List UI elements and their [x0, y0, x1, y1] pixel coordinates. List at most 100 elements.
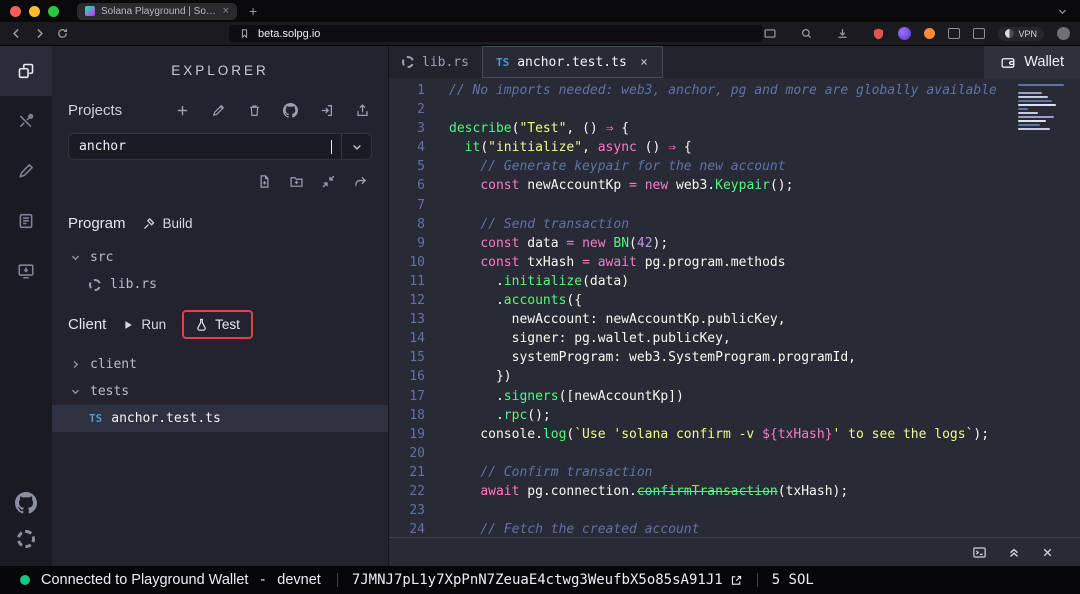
client-label: Client: [68, 316, 106, 333]
sidebar-item-test[interactable]: [0, 146, 52, 196]
run-label: Run: [141, 317, 166, 332]
wallet-address[interactable]: 7JMNJ7pL1y7XpPnN7ZeuaE4ctwg3WeufbX5o85sA…: [352, 572, 743, 588]
adblock-shield-icon[interactable]: [872, 27, 885, 41]
test-button[interactable]: Test: [182, 310, 253, 339]
sidebar-item-explorer[interactable]: [0, 46, 52, 96]
run-button[interactable]: Run: [122, 317, 166, 332]
cast-icon[interactable]: [763, 27, 777, 40]
new-folder-icon[interactable]: [289, 174, 304, 189]
folder-src[interactable]: src: [52, 244, 388, 271]
bookmark-icon[interactable]: [239, 28, 250, 39]
download-icon[interactable]: [836, 27, 849, 40]
back-icon[interactable]: [10, 27, 23, 40]
share-icon[interactable]: [353, 174, 368, 189]
build-label: Build: [163, 216, 193, 231]
projects-header: Projects: [52, 102, 388, 131]
file-lib-rs-label: lib.rs: [110, 277, 157, 292]
select-cursor: [331, 140, 333, 154]
app-body: EXPLORER Projects: [0, 46, 1080, 566]
close-tab-icon[interactable]: ×: [223, 6, 229, 17]
rename-project-icon[interactable]: [211, 103, 226, 118]
file-anchor-test-ts-label: anchor.test.ts: [111, 411, 221, 426]
code-editor[interactable]: 1// No imports needed: web3, anchor, pg …: [389, 78, 1080, 537]
chevron-down-icon[interactable]: [341, 134, 371, 159]
new-tab-button[interactable]: +: [249, 3, 257, 19]
status-separator: [757, 573, 758, 587]
vpn-label: VPN: [1018, 29, 1037, 39]
tab-lib-rs[interactable]: lib.rs: [389, 46, 482, 78]
maximize-panel-icon[interactable]: [1007, 545, 1021, 559]
sidebar-toggle-icon[interactable]: [948, 28, 960, 39]
wallet-address-text: 7JMNJ7pL1y7XpPnN7ZeuaE4ctwg3WeufbX5o85sA…: [352, 572, 723, 588]
play-icon: [122, 319, 134, 331]
folder-tests[interactable]: tests: [52, 378, 388, 405]
reload-icon[interactable]: [56, 27, 69, 40]
typescript-icon: TS: [89, 412, 102, 425]
wallet-button[interactable]: Wallet: [984, 46, 1080, 78]
zoom-window-button[interactable]: [48, 6, 59, 17]
wallet-label: Wallet: [1024, 54, 1064, 70]
solana-favicon: [85, 6, 95, 16]
close-window-button[interactable]: [10, 6, 21, 17]
status-bar: Connected to Playground Wallet - devnet …: [0, 566, 1080, 594]
wallet-icon: [1000, 55, 1016, 70]
chevron-down-icon: [70, 386, 81, 397]
explorer-icon: [17, 62, 35, 80]
rust-icon: [89, 279, 101, 291]
extension-purple-icon[interactable]: [898, 27, 911, 40]
address-bar[interactable]: beta.solpg.io: [229, 25, 763, 42]
zoom-icon[interactable]: [800, 27, 813, 40]
sidebar-item-programs[interactable]: [0, 246, 52, 296]
flask-icon: [195, 318, 208, 331]
tab-anchor-test-ts[interactable]: TS anchor.test.ts: [482, 46, 663, 78]
wallet-balance[interactable]: 5 SOL: [772, 572, 814, 588]
github-icon[interactable]: [15, 492, 37, 514]
status-dash: -: [260, 572, 265, 588]
programs-icon: [17, 262, 35, 280]
external-link-icon[interactable]: [730, 574, 743, 587]
browser-tab-title: Solana Playground | Solana ID: [101, 6, 217, 17]
program-section: Program Build: [52, 203, 388, 244]
file-anchor-test-ts[interactable]: TS anchor.test.ts: [52, 405, 388, 432]
browser-tab-strip: Solana Playground | Solana ID × +: [0, 0, 1080, 22]
typescript-icon: TS: [496, 56, 509, 69]
url-text: beta.solpg.io: [258, 28, 320, 40]
file-actions: [52, 172, 388, 203]
import-project-icon[interactable]: [319, 103, 334, 118]
settings-gear-icon[interactable]: [17, 530, 35, 548]
folder-src-label: src: [90, 250, 113, 265]
project-select[interactable]: anchor: [68, 133, 372, 160]
file-lib-rs[interactable]: lib.rs: [52, 271, 388, 298]
minimize-window-button[interactable]: [29, 6, 40, 17]
project-select-value: anchor: [79, 139, 126, 154]
browser-tab[interactable]: Solana Playground | Solana ID ×: [77, 3, 237, 20]
close-tab-icon[interactable]: [639, 57, 649, 67]
export-project-icon[interactable]: [355, 103, 370, 118]
connection-status-text[interactable]: Connected to Playground Wallet: [41, 572, 248, 588]
vpn-badge[interactable]: VPN: [998, 27, 1044, 41]
cluster-name[interactable]: devnet: [277, 572, 321, 588]
new-file-icon[interactable]: [257, 174, 272, 189]
close-panel-icon[interactable]: [1041, 546, 1054, 559]
forward-icon[interactable]: [33, 27, 46, 40]
sidebar-item-tutorials[interactable]: [0, 196, 52, 246]
delete-project-icon[interactable]: [247, 103, 262, 118]
collapse-all-icon[interactable]: [321, 174, 336, 189]
projects-label: Projects: [68, 102, 122, 119]
status-separator: [337, 573, 338, 587]
sidebar-item-build-deploy[interactable]: [0, 96, 52, 146]
profile-avatar[interactable]: [1057, 27, 1070, 40]
chevron-right-icon: [70, 359, 81, 370]
tools-icon: [17, 112, 35, 130]
activity-bar: [0, 46, 52, 566]
hammer-icon: [142, 217, 156, 231]
tab-overview-icon[interactable]: [1057, 6, 1080, 17]
github-import-icon[interactable]: [283, 103, 298, 118]
extension-orange-icon[interactable]: [924, 28, 935, 39]
build-button[interactable]: Build: [142, 216, 193, 231]
terminal-icon[interactable]: [972, 545, 987, 560]
minimap[interactable]: [1018, 84, 1066, 130]
folder-client[interactable]: client: [52, 351, 388, 378]
new-project-icon[interactable]: [175, 103, 190, 118]
split-view-icon[interactable]: [973, 28, 985, 39]
